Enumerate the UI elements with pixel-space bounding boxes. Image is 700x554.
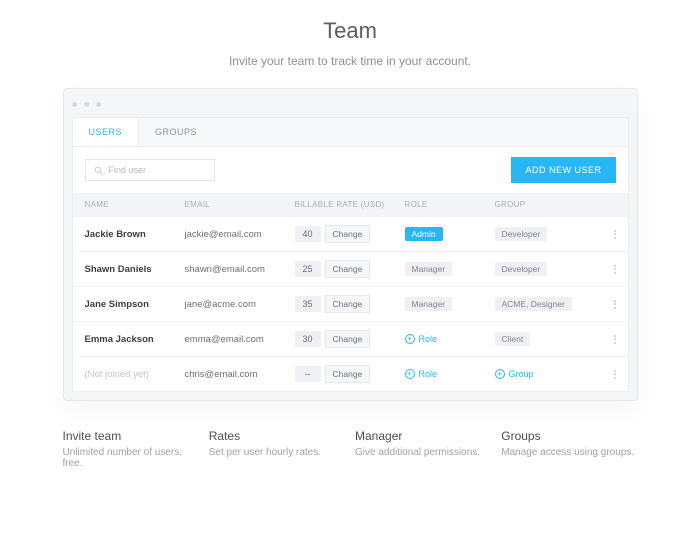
- table-row: Emma Jacksonemma@email.com30Change+RoleC…: [73, 321, 628, 356]
- group-cell: Developer: [495, 262, 605, 276]
- traffic-dot: [72, 102, 77, 107]
- feature-title: Manager: [355, 429, 491, 443]
- table-row: Jackie Brownjackie@email.com40ChangeAdmi…: [73, 216, 628, 251]
- user-email: jane@acme.com: [185, 299, 295, 310]
- row-actions-menu[interactable]: [605, 300, 625, 309]
- rate-value[interactable]: --: [295, 366, 321, 382]
- change-rate-button[interactable]: Change: [325, 260, 371, 278]
- table-row: Jane Simpsonjane@acme.com35ChangeManager…: [73, 286, 628, 321]
- add-group-link[interactable]: + Group: [495, 369, 605, 379]
- feature-title: Invite team: [63, 429, 199, 443]
- row-actions-menu[interactable]: [605, 265, 625, 274]
- change-rate-button[interactable]: Change: [325, 330, 371, 348]
- rate-value[interactable]: 30: [295, 331, 321, 347]
- rate-value[interactable]: 35: [295, 296, 321, 312]
- feature-title: Rates: [209, 429, 345, 443]
- app-window: USERS GROUPS Find user ADD NEW USER NAME…: [63, 88, 638, 401]
- row-actions-menu[interactable]: [605, 370, 625, 379]
- table-row: (Not joined yet)chris@email.com--Change+…: [73, 356, 628, 391]
- col-rate: BILLABLE RATE (USD): [295, 200, 405, 209]
- traffic-dot: [96, 102, 101, 107]
- change-rate-button[interactable]: Change: [325, 365, 371, 383]
- feature-desc: Set per user hourly rates.: [209, 447, 345, 458]
- feature-desc: Give additional permissions.: [355, 447, 491, 458]
- col-group: GROUP: [495, 200, 605, 209]
- table-header: NAME EMAIL BILLABLE RATE (USD) ROLE GROU…: [73, 193, 628, 216]
- add-role-label: Role: [419, 369, 438, 379]
- feature-grid: Invite team Unlimited number of users, fr…: [63, 429, 638, 469]
- tab-bar: USERS GROUPS: [73, 118, 628, 147]
- col-name: NAME: [85, 200, 185, 209]
- feature-item: Invite team Unlimited number of users, fr…: [63, 429, 199, 469]
- group-tag[interactable]: Client: [495, 332, 531, 346]
- feature-desc: Unlimited number of users, free.: [63, 447, 199, 469]
- role-cell: Manager: [405, 262, 495, 276]
- rate-cell: --Change: [295, 365, 405, 383]
- user-email: chris@email.com: [185, 369, 295, 380]
- feature-item: Groups Manage access using groups.: [501, 429, 637, 469]
- role-badge-manager[interactable]: Manager: [405, 297, 453, 311]
- page-title: Team: [0, 18, 700, 44]
- tab-groups[interactable]: GROUPS: [139, 118, 213, 146]
- user-name: Emma Jackson: [85, 334, 185, 345]
- add-group-label: Group: [509, 369, 534, 379]
- role-cell: + Role: [405, 369, 495, 379]
- change-rate-button[interactable]: Change: [325, 225, 371, 243]
- role-badge-admin[interactable]: Admin: [405, 227, 443, 241]
- table-row: Shawn Danielsshawn@email.com25ChangeMana…: [73, 251, 628, 286]
- search-placeholder: Find user: [109, 165, 147, 175]
- user-name: Shawn Daniels: [85, 264, 185, 275]
- tab-users[interactable]: USERS: [73, 118, 140, 146]
- rate-value[interactable]: 40: [295, 226, 321, 242]
- add-role-link[interactable]: + Role: [405, 369, 495, 379]
- page-subtitle: Invite your team to track time in your a…: [0, 54, 700, 68]
- plus-icon: +: [405, 334, 415, 344]
- plus-icon: +: [405, 369, 415, 379]
- row-actions-menu[interactable]: [605, 230, 625, 239]
- row-actions-menu[interactable]: [605, 335, 625, 344]
- user-email: jackie@email.com: [185, 229, 295, 240]
- group-tag[interactable]: ACME, Designer: [495, 297, 572, 311]
- panel: USERS GROUPS Find user ADD NEW USER NAME…: [72, 117, 629, 392]
- user-name: Jane Simpson: [85, 299, 185, 310]
- col-role: ROLE: [405, 200, 495, 209]
- user-email: emma@email.com: [185, 334, 295, 345]
- feature-item: Rates Set per user hourly rates.: [209, 429, 345, 469]
- feature-title: Groups: [501, 429, 637, 443]
- role-cell: Admin: [405, 227, 495, 241]
- group-tag[interactable]: Developer: [495, 227, 548, 241]
- group-cell: + Group: [495, 369, 605, 379]
- toolbar: Find user ADD NEW USER: [73, 147, 628, 193]
- rate-cell: 30Change: [295, 330, 405, 348]
- user-name: (Not joined yet): [85, 369, 185, 380]
- group-cell: Client: [495, 332, 605, 346]
- rate-value[interactable]: 25: [295, 261, 321, 277]
- rate-cell: 40Change: [295, 225, 405, 243]
- role-cell: Manager: [405, 297, 495, 311]
- traffic-dot: [84, 102, 89, 107]
- search-icon: [94, 166, 103, 175]
- user-email: shawn@email.com: [185, 264, 295, 275]
- group-cell: Developer: [495, 227, 605, 241]
- feature-item: Manager Give additional permissions.: [355, 429, 491, 469]
- role-badge-manager[interactable]: Manager: [405, 262, 453, 276]
- window-controls: [64, 89, 637, 117]
- table-body: Jackie Brownjackie@email.com40ChangeAdmi…: [73, 216, 628, 391]
- col-email: EMAIL: [185, 200, 295, 209]
- add-role-label: Role: [419, 334, 438, 344]
- rate-cell: 25Change: [295, 260, 405, 278]
- plus-icon: +: [495, 369, 505, 379]
- add-role-link[interactable]: + Role: [405, 334, 495, 344]
- role-cell: + Role: [405, 334, 495, 344]
- group-cell: ACME, Designer: [495, 297, 605, 311]
- change-rate-button[interactable]: Change: [325, 295, 371, 313]
- user-name: Jackie Brown: [85, 229, 185, 240]
- search-input[interactable]: Find user: [85, 159, 215, 181]
- rate-cell: 35Change: [295, 295, 405, 313]
- group-tag[interactable]: Developer: [495, 262, 548, 276]
- add-new-user-button[interactable]: ADD NEW USER: [511, 157, 615, 183]
- feature-desc: Manage access using groups.: [501, 447, 637, 458]
